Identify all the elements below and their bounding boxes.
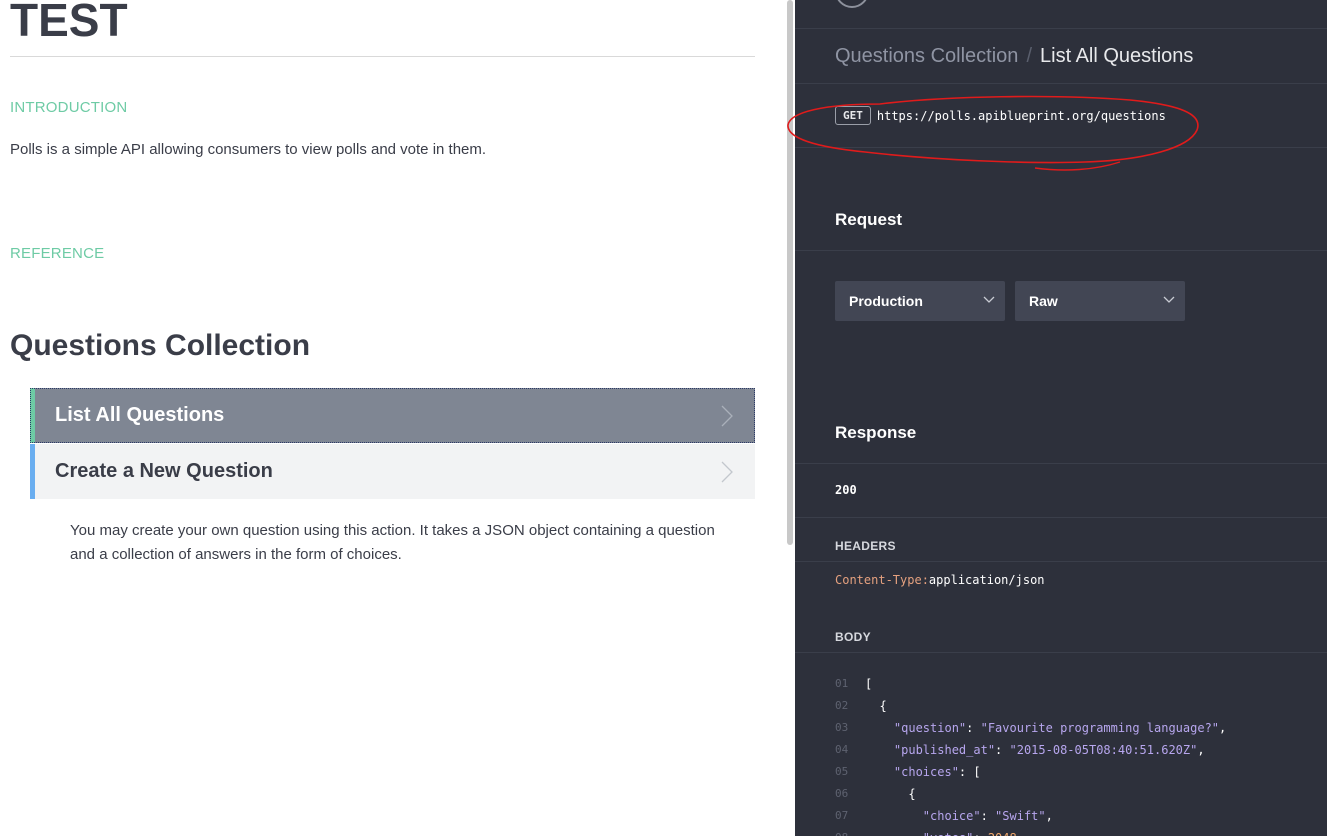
chevron-right-icon [721, 461, 733, 483]
code-token: : [995, 743, 1010, 757]
line-number: 04 [835, 743, 849, 756]
code-token: "choice" [865, 809, 981, 823]
action-create-new-question[interactable]: Create a New Question [30, 444, 755, 499]
method-badge: GET [835, 106, 871, 125]
divider [795, 463, 1327, 464]
code-token: [ [865, 677, 873, 691]
headers-heading: HEADERS [835, 539, 896, 553]
code-line: 01 [ [835, 673, 1226, 695]
code-line: 06 { [835, 783, 1226, 805]
response-body-code: 01[02 {03 "question": "Favourite program… [835, 673, 1226, 836]
request-url-row: GET https://polls.apiblueprint.org/quest… [835, 106, 1166, 125]
format-select[interactable]: Raw [1015, 281, 1185, 321]
code-token: "Favourite programming language?" [980, 721, 1220, 735]
chevron-down-icon [1163, 296, 1175, 303]
action-description: You may create your own question using t… [70, 522, 715, 563]
header-value: application/json [928, 573, 1045, 587]
environment-select[interactable]: Production [835, 281, 1005, 321]
action-label: List All Questions [55, 404, 225, 426]
header-key: Content-Type: [835, 573, 929, 587]
code-token: , [1045, 809, 1053, 823]
code-token: { [865, 787, 916, 801]
code-token: "published_at" [865, 743, 996, 757]
action-label: Create a New Question [55, 460, 273, 482]
code-line: 04 "published_at": "2015-08-05T08:40:51.… [835, 739, 1226, 761]
code-token: : [973, 827, 987, 836]
line-number: 05 [835, 765, 849, 778]
code-token: , [1017, 827, 1024, 836]
introduction-heading: INTRODUCTION [10, 99, 128, 116]
divider [795, 250, 1327, 251]
code-line: 05 "choices": [ [835, 761, 1226, 783]
code-line: 02 { [835, 695, 1226, 717]
code-line: 03 "question": "Favourite programming la… [835, 717, 1226, 739]
code-token: : [980, 809, 996, 823]
code-token: "question" [865, 721, 967, 735]
code-token: "votes" [865, 827, 974, 836]
circle-icon[interactable] [835, 0, 869, 8]
documentation-pane: TEST INTRODUCTION Polls is a simple API … [0, 0, 785, 836]
body-heading: BODY [835, 630, 871, 644]
divider [795, 561, 1327, 562]
scrollbar-thumb[interactable] [787, 0, 793, 545]
request-url[interactable]: https://polls.apiblueprint.org/questions [877, 109, 1166, 123]
divider [795, 147, 1327, 148]
format-select-value: Raw [1029, 293, 1058, 309]
reference-heading: REFERENCE [10, 245, 105, 262]
line-number: 01 [835, 677, 849, 690]
resource-group-title: Questions Collection [10, 329, 311, 362]
divider [795, 83, 1327, 84]
chevron-down-icon [983, 296, 995, 303]
breadcrumb-current: List All Questions [1040, 45, 1194, 67]
line-number: 03 [835, 721, 849, 734]
title-divider [10, 56, 755, 57]
line-number: 08 [835, 827, 865, 836]
chevron-right-icon [721, 405, 733, 427]
line-number: 07 [835, 809, 849, 822]
status-code: 200 [835, 483, 857, 497]
request-heading: Request [835, 210, 903, 229]
action-list-all-questions[interactable]: List All Questions [30, 388, 755, 443]
divider [795, 652, 1327, 653]
code-line: 08 "votes": 2048, [835, 827, 1226, 836]
code-token: , [1219, 721, 1227, 735]
breadcrumb-parent[interactable]: Questions Collection [835, 45, 1018, 67]
breadcrumb: Questions Collection / List All Questions [835, 45, 1193, 68]
code-token: 2048 [988, 827, 1017, 836]
line-number: 02 [835, 699, 849, 712]
response-heading: Response [835, 423, 917, 442]
code-token: "choices" [865, 765, 959, 779]
code-token: "2015-08-05T08:40:51.620Z" [1009, 743, 1198, 757]
code-token: : [966, 721, 981, 735]
introduction-text: Polls is a simple API allowing consumers… [10, 141, 487, 158]
environment-select-value: Production [849, 293, 923, 309]
code-token: "Swift" [995, 809, 1046, 823]
divider [795, 28, 1327, 29]
line-number: 06 [835, 787, 849, 800]
doc-title: TEST [10, 0, 128, 46]
console-pane: Questions Collection / List All Questions … [795, 0, 1327, 836]
code-token: , [1197, 743, 1205, 757]
divider [795, 517, 1327, 518]
code-token: : [ [958, 765, 981, 779]
code-token: { [865, 699, 887, 713]
response-header: Content-Type:application/json [835, 573, 1045, 587]
breadcrumb-separator: / [1026, 45, 1032, 67]
code-line: 07 "choice": "Swift", [835, 805, 1226, 827]
